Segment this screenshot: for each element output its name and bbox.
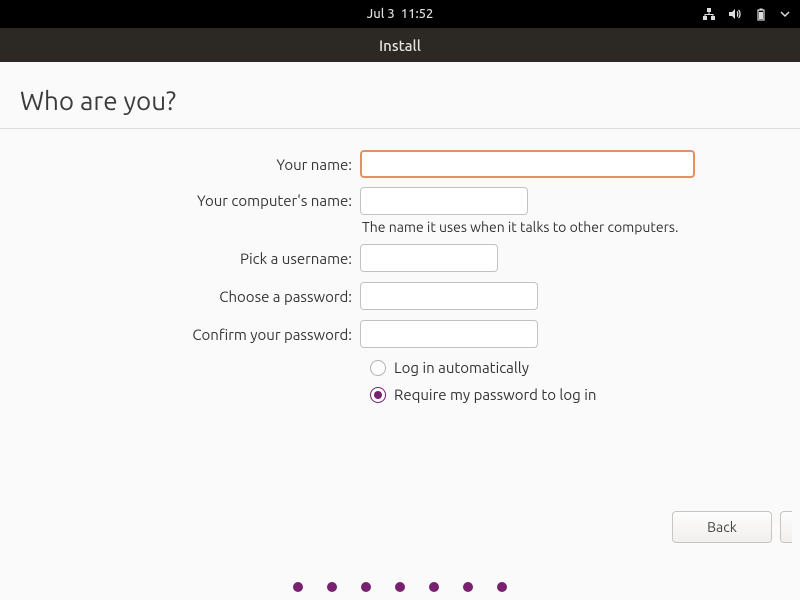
progress-dot: [497, 582, 507, 592]
login-auto-option[interactable]: Log in automatically: [370, 359, 800, 376]
footer-buttons: Back: [672, 511, 792, 543]
progress-dot: [429, 582, 439, 592]
progress-dot: [327, 582, 337, 592]
confirm-password-label: Confirm your password:: [0, 326, 360, 343]
back-button[interactable]: Back: [672, 511, 772, 543]
date-text: Jul 3: [367, 7, 395, 21]
progress-dot: [395, 582, 405, 592]
header-divider: [0, 128, 800, 129]
back-button-label: Back: [707, 519, 737, 535]
page-heading: Who are you?: [20, 86, 780, 115]
login-require-option[interactable]: Require my password to log in: [370, 386, 800, 403]
password-input[interactable]: [360, 282, 538, 310]
computer-name-hint: The name it uses when it talks to other …: [362, 219, 678, 235]
progress-dot: [463, 582, 473, 592]
radio-selected-icon: [370, 387, 386, 403]
network-icon: [702, 7, 716, 21]
computer-name-label: Your computer's name:: [0, 187, 360, 209]
your-name-label: Your name:: [0, 156, 360, 173]
progress-dot: [293, 582, 303, 592]
chevron-down-icon: [780, 9, 790, 19]
login-auto-label: Log in automatically: [394, 359, 529, 376]
time-text: 11:52: [401, 7, 434, 21]
progress-dot: [361, 582, 371, 592]
username-input[interactable]: [360, 244, 498, 272]
confirm-password-input[interactable]: [360, 320, 538, 348]
password-label: Choose a password:: [0, 288, 360, 305]
topbar-status-area[interactable]: [702, 7, 790, 21]
continue-button[interactable]: [780, 511, 792, 543]
login-require-label: Require my password to log in: [394, 386, 596, 403]
progress-dots: [0, 582, 800, 600]
battery-icon: [754, 7, 768, 21]
window-title: Install: [379, 37, 421, 54]
your-name-input[interactable]: [360, 150, 695, 178]
user-form: Your name: Your computer's name: The nam…: [0, 149, 800, 403]
computer-name-input[interactable]: [360, 187, 528, 215]
radio-unselected-icon: [370, 360, 386, 376]
username-label: Pick a username:: [0, 250, 360, 267]
clock[interactable]: Jul 3 11:52: [367, 7, 434, 21]
gnome-top-bar: Jul 3 11:52: [0, 0, 800, 28]
window-titlebar: Install: [0, 28, 800, 62]
volume-icon: [728, 7, 742, 21]
